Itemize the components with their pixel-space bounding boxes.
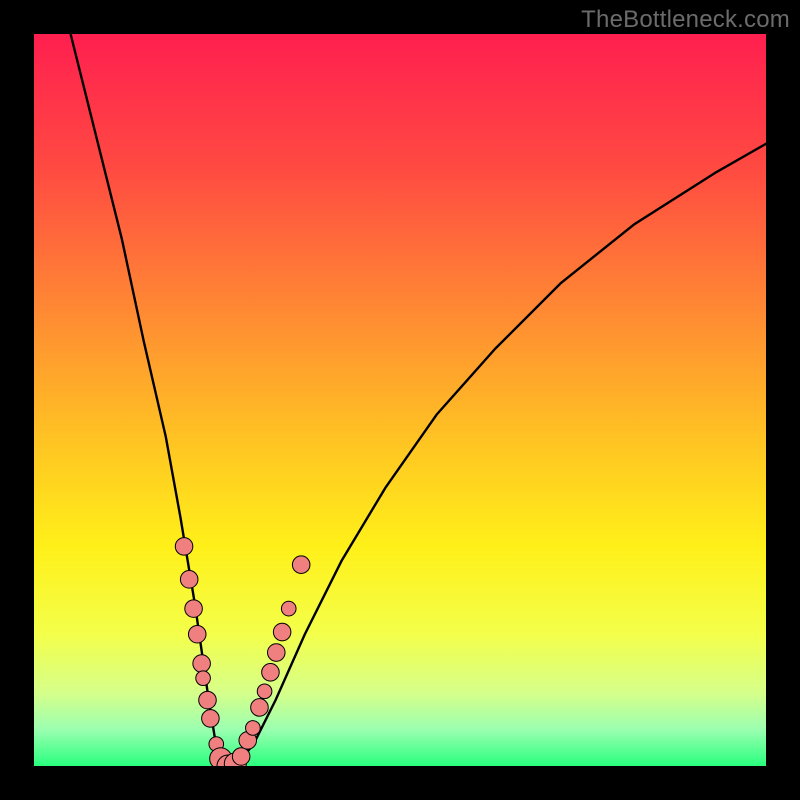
data-marker [257, 684, 272, 699]
data-marker [185, 600, 203, 618]
watermark-text: TheBottleneck.com [581, 6, 790, 34]
data-marker [246, 721, 261, 736]
data-marker [268, 644, 286, 662]
data-marker [281, 601, 296, 616]
data-marker [262, 664, 280, 682]
gradient-background [34, 34, 766, 766]
data-marker [232, 748, 250, 766]
data-marker [251, 699, 269, 717]
chart-svg [34, 34, 766, 766]
data-marker [180, 571, 198, 589]
chart-frame: TheBottleneck.com [0, 0, 800, 800]
data-marker [193, 655, 211, 673]
data-marker [196, 671, 211, 686]
data-marker [273, 623, 291, 641]
data-marker [199, 691, 217, 709]
data-marker [292, 556, 310, 574]
data-marker [188, 625, 206, 643]
data-marker [202, 710, 220, 728]
data-marker [175, 538, 193, 556]
plot-area [34, 34, 766, 766]
